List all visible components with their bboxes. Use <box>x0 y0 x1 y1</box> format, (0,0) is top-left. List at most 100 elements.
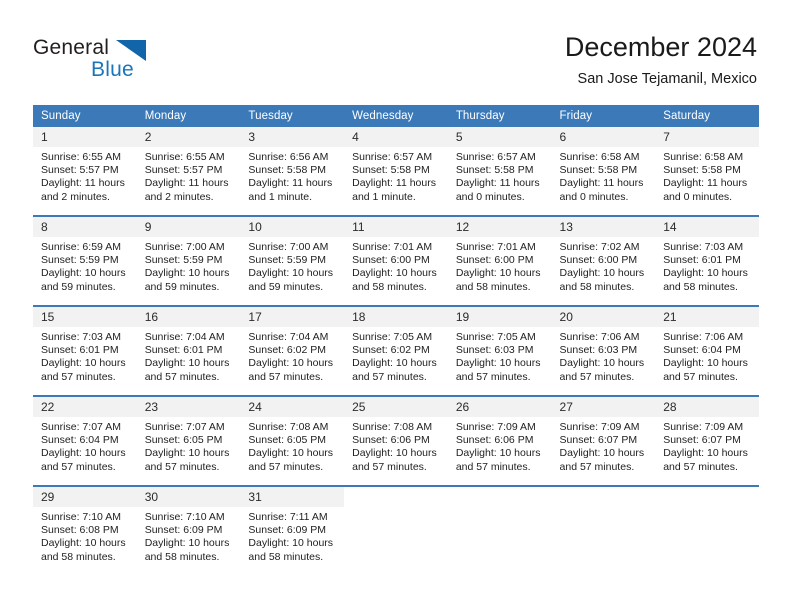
daylight-text-line2: and 58 minutes. <box>455 280 531 293</box>
calendar-day-cell[interactable]: 12 Sunrise: 7:01 AM Sunset: 6:00 PM Dayl… <box>447 215 552 306</box>
calendar-day-cell[interactable]: 2 Sunrise: 6:55 AM Sunset: 5:57 PM Dayli… <box>136 127 241 216</box>
day-details: Sunrise: 7:10 AM Sunset: 6:09 PM Dayligh… <box>137 507 241 568</box>
day-details: Sunrise: 6:55 AM Sunset: 5:57 PM Dayligh… <box>33 147 137 208</box>
sunrise-text: Sunrise: 7:04 AM <box>248 331 329 343</box>
day-number <box>551 487 656 507</box>
day-details: Sunrise: 7:07 AM Sunset: 6:04 PM Dayligh… <box>33 417 137 478</box>
daylight-text-line2: and 58 minutes. <box>41 550 116 563</box>
sunset-text: Sunset: 6:00 PM <box>559 254 638 267</box>
calendar-day-cell[interactable]: 17 Sunrise: 7:04 AM Sunset: 6:02 PM Dayl… <box>240 305 345 396</box>
day-number: 16 <box>136 307 241 327</box>
calendar-day-cell[interactable]: 24 Sunrise: 7:08 AM Sunset: 6:05 PM Dayl… <box>240 395 345 486</box>
calendar-day-cell[interactable]: 31 Sunrise: 7:11 AM Sunset: 6:09 PM Dayl… <box>240 485 345 575</box>
day-details: Sunrise: 7:03 AM Sunset: 6:01 PM Dayligh… <box>655 237 759 298</box>
daylight-text-line2: and 0 minutes. <box>559 190 629 203</box>
day-number: 10 <box>240 217 345 237</box>
calendar-day-cell[interactable]: 27 Sunrise: 7:09 AM Sunset: 6:07 PM Dayl… <box>551 395 656 486</box>
calendar-day-cell-empty <box>655 485 759 575</box>
calendar-day-cell[interactable]: 4 Sunrise: 6:57 AM Sunset: 5:58 PM Dayli… <box>344 127 448 216</box>
daylight-text-line1: Daylight: 10 hours <box>455 267 541 280</box>
day-number <box>447 487 552 507</box>
sunrise-text: Sunrise: 7:10 AM <box>144 511 225 523</box>
day-number: 5 <box>447 127 552 147</box>
daylight-text-line1: Daylight: 11 hours <box>248 177 333 190</box>
day-number: 24 <box>240 397 345 417</box>
calendar-day-cell[interactable]: 29 Sunrise: 7:10 AM Sunset: 6:08 PM Dayl… <box>33 485 137 575</box>
calendar-day-cell[interactable]: 30 Sunrise: 7:10 AM Sunset: 6:09 PM Dayl… <box>136 485 241 575</box>
calendar-day-cell[interactable]: 18 Sunrise: 7:05 AM Sunset: 6:02 PM Dayl… <box>344 305 448 396</box>
sunrise-text: Sunrise: 7:00 AM <box>248 241 329 253</box>
day-details: Sunrise: 7:08 AM Sunset: 6:06 PM Dayligh… <box>344 417 448 478</box>
day-details: Sunrise: 6:57 AM Sunset: 5:58 PM Dayligh… <box>448 147 552 208</box>
sunrise-text: Sunrise: 6:55 AM <box>41 151 121 163</box>
day-details: Sunrise: 6:56 AM Sunset: 5:58 PM Dayligh… <box>240 147 344 208</box>
day-details: Sunrise: 7:09 AM Sunset: 6:07 PM Dayligh… <box>552 417 656 478</box>
calendar-day-cell[interactable]: 21 Sunrise: 7:06 AM Sunset: 6:04 PM Dayl… <box>655 305 759 396</box>
day-number: 14 <box>655 217 759 237</box>
sunset-text: Sunset: 6:06 PM <box>455 434 534 447</box>
weekday-header-saturday: Saturday <box>655 105 759 127</box>
sunrise-text: Sunrise: 6:57 AM <box>455 151 536 163</box>
daylight-text-line1: Daylight: 10 hours <box>144 357 230 370</box>
calendar-day-cell[interactable]: 11 Sunrise: 7:01 AM Sunset: 6:00 PM Dayl… <box>344 215 448 306</box>
daylight-text-line2: and 57 minutes. <box>559 460 635 473</box>
calendar-day-cell[interactable]: 13 Sunrise: 7:02 AM Sunset: 6:00 PM Dayl… <box>551 215 656 306</box>
day-details: Sunrise: 6:59 AM Sunset: 5:59 PM Dayligh… <box>33 237 137 298</box>
calendar-day-cell[interactable]: 22 Sunrise: 7:07 AM Sunset: 6:04 PM Dayl… <box>33 395 137 486</box>
daylight-text-line2: and 58 minutes. <box>248 550 324 563</box>
calendar-day-cell[interactable]: 3 Sunrise: 6:56 AM Sunset: 5:58 PM Dayli… <box>240 127 345 216</box>
calendar-day-cell[interactable]: 5 Sunrise: 6:57 AM Sunset: 5:58 PM Dayli… <box>447 127 552 216</box>
day-details: Sunrise: 7:03 AM Sunset: 6:01 PM Dayligh… <box>33 327 137 388</box>
calendar-day-cell[interactable]: 6 Sunrise: 6:58 AM Sunset: 5:58 PM Dayli… <box>551 127 656 216</box>
calendar-day-cell[interactable]: 9 Sunrise: 7:00 AM Sunset: 5:59 PM Dayli… <box>136 215 241 306</box>
logo-text-blue: Blue <box>91 58 134 81</box>
calendar-day-cell[interactable]: 16 Sunrise: 7:04 AM Sunset: 6:01 PM Dayl… <box>136 305 241 396</box>
calendar-day-cell[interactable]: 20 Sunrise: 7:06 AM Sunset: 6:03 PM Dayl… <box>551 305 656 396</box>
weekday-header-thursday: Thursday <box>447 105 552 127</box>
sunset-text: Sunset: 6:06 PM <box>352 434 430 447</box>
day-number: 18 <box>344 307 448 327</box>
daylight-text-line1: Daylight: 11 hours <box>41 177 125 190</box>
day-number: 11 <box>344 217 448 237</box>
calendar-day-cell[interactable]: 15 Sunrise: 7:03 AM Sunset: 6:01 PM Dayl… <box>33 305 137 396</box>
sunrise-text: Sunrise: 7:03 AM <box>41 331 121 343</box>
sunset-text: Sunset: 6:04 PM <box>41 434 119 447</box>
daylight-text-line1: Daylight: 11 hours <box>352 177 436 190</box>
calendar-day-cell[interactable]: 8 Sunrise: 6:59 AM Sunset: 5:59 PM Dayli… <box>33 215 137 306</box>
sunrise-text: Sunrise: 6:58 AM <box>663 151 744 163</box>
calendar-day-cell[interactable]: 28 Sunrise: 7:09 AM Sunset: 6:07 PM Dayl… <box>655 395 759 486</box>
daylight-text-line1: Daylight: 10 hours <box>248 447 334 460</box>
calendar-day-cell[interactable]: 7 Sunrise: 6:58 AM Sunset: 5:58 PM Dayli… <box>655 127 759 216</box>
calendar-day-cell[interactable]: 1 Sunrise: 6:55 AM Sunset: 5:57 PM Dayli… <box>33 127 137 216</box>
sunset-text: Sunset: 5:57 PM <box>144 164 223 177</box>
calendar-week-row: 15 Sunrise: 7:03 AM Sunset: 6:01 PM Dayl… <box>33 305 759 396</box>
day-details: Sunrise: 7:05 AM Sunset: 6:03 PM Dayligh… <box>448 327 552 388</box>
day-details: Sunrise: 7:09 AM Sunset: 6:07 PM Dayligh… <box>655 417 759 478</box>
general-blue-logo: General Blue <box>33 36 213 88</box>
calendar-day-cell[interactable]: 25 Sunrise: 7:08 AM Sunset: 6:06 PM Dayl… <box>344 395 448 486</box>
daylight-text-line1: Daylight: 10 hours <box>144 537 230 550</box>
sunrise-text: Sunrise: 7:11 AM <box>248 511 328 523</box>
sunset-text: Sunset: 6:01 PM <box>41 344 119 357</box>
calendar-day-cell-empty <box>447 485 552 575</box>
daylight-text-line1: Daylight: 10 hours <box>455 357 541 370</box>
calendar-day-cell[interactable]: 19 Sunrise: 7:05 AM Sunset: 6:03 PM Dayl… <box>447 305 552 396</box>
calendar-page: General Blue December 2024 San Jose Teja… <box>0 0 792 612</box>
daylight-text-line1: Daylight: 11 hours <box>144 177 229 190</box>
calendar-day-cell[interactable]: 26 Sunrise: 7:09 AM Sunset: 6:06 PM Dayl… <box>447 395 552 486</box>
weekday-header-sunday: Sunday <box>33 105 137 127</box>
daylight-text-line2: and 58 minutes. <box>352 280 427 293</box>
calendar-day-cell[interactable]: 23 Sunrise: 7:07 AM Sunset: 6:05 PM Dayl… <box>136 395 241 486</box>
calendar-day-cell[interactable]: 10 Sunrise: 7:00 AM Sunset: 5:59 PM Dayl… <box>240 215 345 306</box>
calendar-day-cell[interactable]: 14 Sunrise: 7:03 AM Sunset: 6:01 PM Dayl… <box>655 215 759 306</box>
daylight-text-line1: Daylight: 10 hours <box>248 267 334 280</box>
daylight-text-line2: and 57 minutes. <box>41 370 116 383</box>
day-number: 3 <box>240 127 345 147</box>
day-number: 2 <box>136 127 241 147</box>
daylight-text-line1: Daylight: 10 hours <box>248 537 334 550</box>
day-number: 13 <box>551 217 656 237</box>
day-details: Sunrise: 6:58 AM Sunset: 5:58 PM Dayligh… <box>655 147 759 208</box>
calendar-body: 1 Sunrise: 6:55 AM Sunset: 5:57 PM Dayli… <box>33 127 759 575</box>
day-number: 26 <box>447 397 552 417</box>
sunset-text: Sunset: 5:58 PM <box>559 164 638 177</box>
